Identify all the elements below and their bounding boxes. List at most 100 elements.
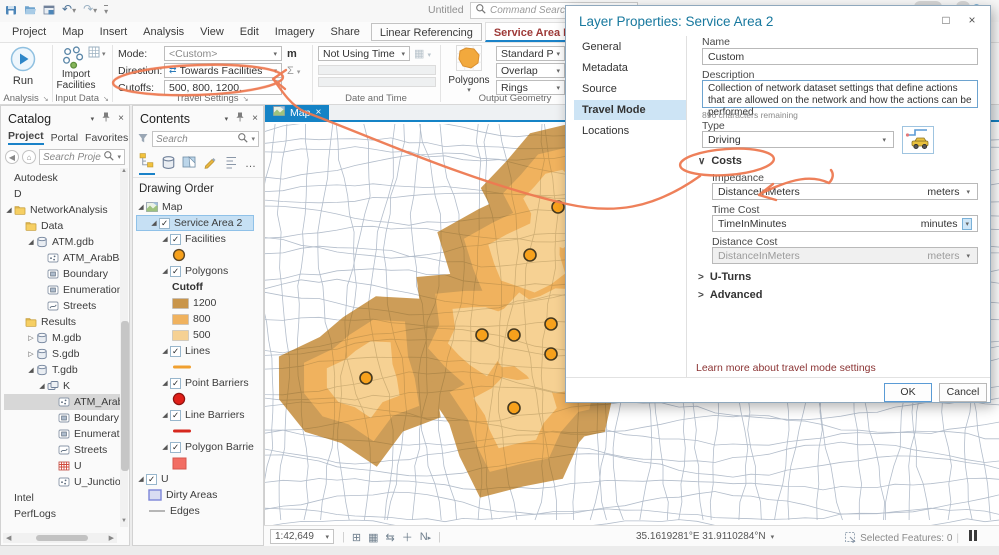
symbol-square-red[interactable] <box>136 455 254 471</box>
dialog-nav-travel-mode[interactable]: Travel Mode <box>574 100 686 120</box>
back-icon[interactable]: ◀ <box>5 150 19 164</box>
symbol-line-red[interactable] <box>136 423 254 439</box>
close-icon[interactable]: × <box>118 113 124 124</box>
legend-entry-1200[interactable]: 1200 <box>136 295 254 311</box>
visibility-checkbox[interactable]: ✓ <box>170 409 181 421</box>
save-as-icon[interactable] <box>43 4 55 16</box>
costs-section-header[interactable]: ∨ Costs <box>698 155 742 167</box>
catalog-item-atm-arabbank[interactable]: ATM_ArabBank <box>4 250 120 266</box>
dialog-nav-locations[interactable]: Locations <box>574 121 686 141</box>
ribbon-tab-view[interactable]: View <box>192 22 232 42</box>
open-project-icon[interactable] <box>24 4 36 16</box>
symbol-point-red[interactable] <box>136 391 254 407</box>
ok-button[interactable]: OK <box>884 383 932 402</box>
visibility-checkbox[interactable]: ✓ <box>170 345 181 357</box>
learn-more-link[interactable]: Learn more about travel mode settings <box>696 362 876 374</box>
catalog-item-streets[interactable]: Streets <box>4 442 120 458</box>
catalog-tab-favorites[interactable]: Favorites <box>85 132 128 144</box>
expander-icon[interactable]: ◢ <box>136 203 146 211</box>
catalog-item-m-gdb[interactable]: ▷ M.gdb <box>4 330 120 346</box>
expander-icon[interactable]: ◢ <box>136 475 146 483</box>
type-dropdown[interactable]: Driving ▾ <box>702 131 894 148</box>
collapse-all-icon[interactable]: ⌂ <box>22 150 36 164</box>
chevron-down-icon[interactable]: ▾ <box>91 115 95 123</box>
catalog-item-results[interactable]: Results <box>4 314 120 330</box>
pin-icon[interactable] <box>234 111 246 126</box>
new-layout-icon[interactable]: ⊞ <box>352 531 361 544</box>
expander-icon[interactable]: ▷ <box>26 334 36 342</box>
catalog-item-enumeratio[interactable]: Enumeratio <box>4 426 120 442</box>
line-orange-symbol[interactable] <box>172 364 192 370</box>
expander-icon[interactable]: ▷ <box>26 350 36 358</box>
dialog-nav-source[interactable]: Source <box>574 79 686 99</box>
catalog-item-d[interactable]: D <box>4 186 120 202</box>
attribute-table-icon[interactable]: ▦ <box>368 531 378 544</box>
contents-item-facilities[interactable]: ◢ ✓ Facilities <box>136 231 254 247</box>
ribbon-tab-analysis[interactable]: Analysis <box>135 22 192 42</box>
symbol-line-orange[interactable] <box>136 359 254 375</box>
xy-coords-icon[interactable]: ⇆ <box>385 531 394 544</box>
input-data-extra-icon[interactable]: ▾ <box>88 46 106 61</box>
ribbon-tab-share[interactable]: Share <box>323 22 368 42</box>
catalog-item-data[interactable]: Data <box>4 218 120 234</box>
sigma-icon[interactable]: Σ ▾ <box>287 65 300 77</box>
more-options-icon[interactable]: … <box>245 158 257 170</box>
catalog-item-streets[interactable]: Streets <box>4 298 120 314</box>
list-by-editing-icon[interactable] <box>203 155 218 173</box>
undo-icon[interactable]: ↶▾ <box>62 2 76 18</box>
expander-icon[interactable]: ◢ <box>160 411 170 419</box>
contents-item-edges[interactable]: Edges <box>136 503 254 519</box>
map-view-tab[interactable]: Map × <box>265 105 330 120</box>
expander-icon[interactable]: ◢ <box>37 382 47 390</box>
catalog-item-atm-gdb[interactable]: ◢ ATM.gdb <box>4 234 120 250</box>
pin-icon[interactable] <box>100 111 112 126</box>
catalog-item-u[interactable]: U <box>4 458 120 474</box>
filter-icon[interactable] <box>137 132 149 147</box>
catalog-item-s-gdb[interactable]: ▷ S.gdb <box>4 346 120 362</box>
customize-qat-icon[interactable]: ▾ <box>104 4 109 16</box>
impedance-dropdown[interactable]: DistanceInMeters meters ▾ <box>712 183 978 200</box>
catalog-item-k[interactable]: ◢ K <box>4 378 120 394</box>
list-by-labeling-icon[interactable] <box>224 155 239 173</box>
contents-item-line-barriers[interactable]: ◢ ✓ Line Barriers <box>136 407 254 423</box>
legend-entry-500[interactable]: 500 <box>136 327 254 343</box>
visibility-checkbox[interactable]: ✓ <box>170 233 181 245</box>
square-red-symbol[interactable] <box>172 457 187 470</box>
precision-dropdown[interactable]: Standard Precision▾ <box>496 46 565 61</box>
north-arrow-icon[interactable]: N▸ <box>420 531 431 543</box>
catalog-horizontal-scrollbar[interactable]: ◀ ▶ <box>3 533 117 543</box>
dialog-nav-metadata[interactable]: Metadata <box>574 58 686 78</box>
expander-icon[interactable]: ◢ <box>160 347 170 355</box>
catalog-tab-project[interactable]: Project <box>8 130 44 145</box>
ribbon-tab-insert[interactable]: Insert <box>92 22 136 42</box>
save-project-icon[interactable] <box>5 4 17 16</box>
catalog-item-intel[interactable]: Intel <box>4 490 120 506</box>
catalog-item-autodesk[interactable]: Autodesk <box>4 170 120 186</box>
expander-icon[interactable]: ◢ <box>149 219 159 227</box>
visibility-checkbox[interactable]: ✓ <box>146 473 157 485</box>
close-icon[interactable]: × <box>252 113 258 124</box>
contents-item-polygons[interactable]: ◢ ✓ Polygons <box>136 263 254 279</box>
name-input[interactable]: Custom <box>702 48 978 65</box>
expander-icon[interactable]: ◢ <box>160 267 170 275</box>
contents-item-point-barriers[interactable]: ◢ ✓ Point Barriers <box>136 375 254 391</box>
contents-item-map[interactable]: ◢ Map <box>136 199 254 215</box>
contents-item-service-area-2[interactable]: ◢ ✓ Service Area 2 <box>136 215 254 231</box>
direction-dropdown[interactable]: ⇄ Towards Facilities ▾ <box>164 63 282 78</box>
visibility-checkbox[interactable]: ✓ <box>170 265 181 277</box>
description-input[interactable]: Collection of network dataset settings t… <box>702 80 978 118</box>
catalog-scrollbar-thumb[interactable] <box>121 321 129 471</box>
facility-point-symbol[interactable] <box>172 248 186 262</box>
dialog-nav-general[interactable]: General <box>574 37 686 57</box>
point-red-symbol[interactable] <box>172 392 186 406</box>
import-facilities-button[interactable] <box>60 45 84 72</box>
ribbon-tab-map[interactable]: Map <box>54 22 91 42</box>
overlap-dropdown[interactable]: Overlap ▾ <box>496 63 565 78</box>
visibility-checkbox[interactable]: ✓ <box>170 377 181 389</box>
contents-item-lines[interactable]: ◢ ✓ Lines <box>136 343 254 359</box>
catalog-item-atm-arabb[interactable]: ATM_ArabB <box>4 394 120 410</box>
catalog-item-t-gdb[interactable]: ◢ T.gdb <box>4 362 120 378</box>
chevron-down-icon[interactable]: ▾ <box>225 115 229 123</box>
contents-item-dirty-areas[interactable]: Dirty Areas <box>136 487 254 503</box>
ribbon-tab-linear-referencing[interactable]: Linear Referencing <box>370 23 482 41</box>
